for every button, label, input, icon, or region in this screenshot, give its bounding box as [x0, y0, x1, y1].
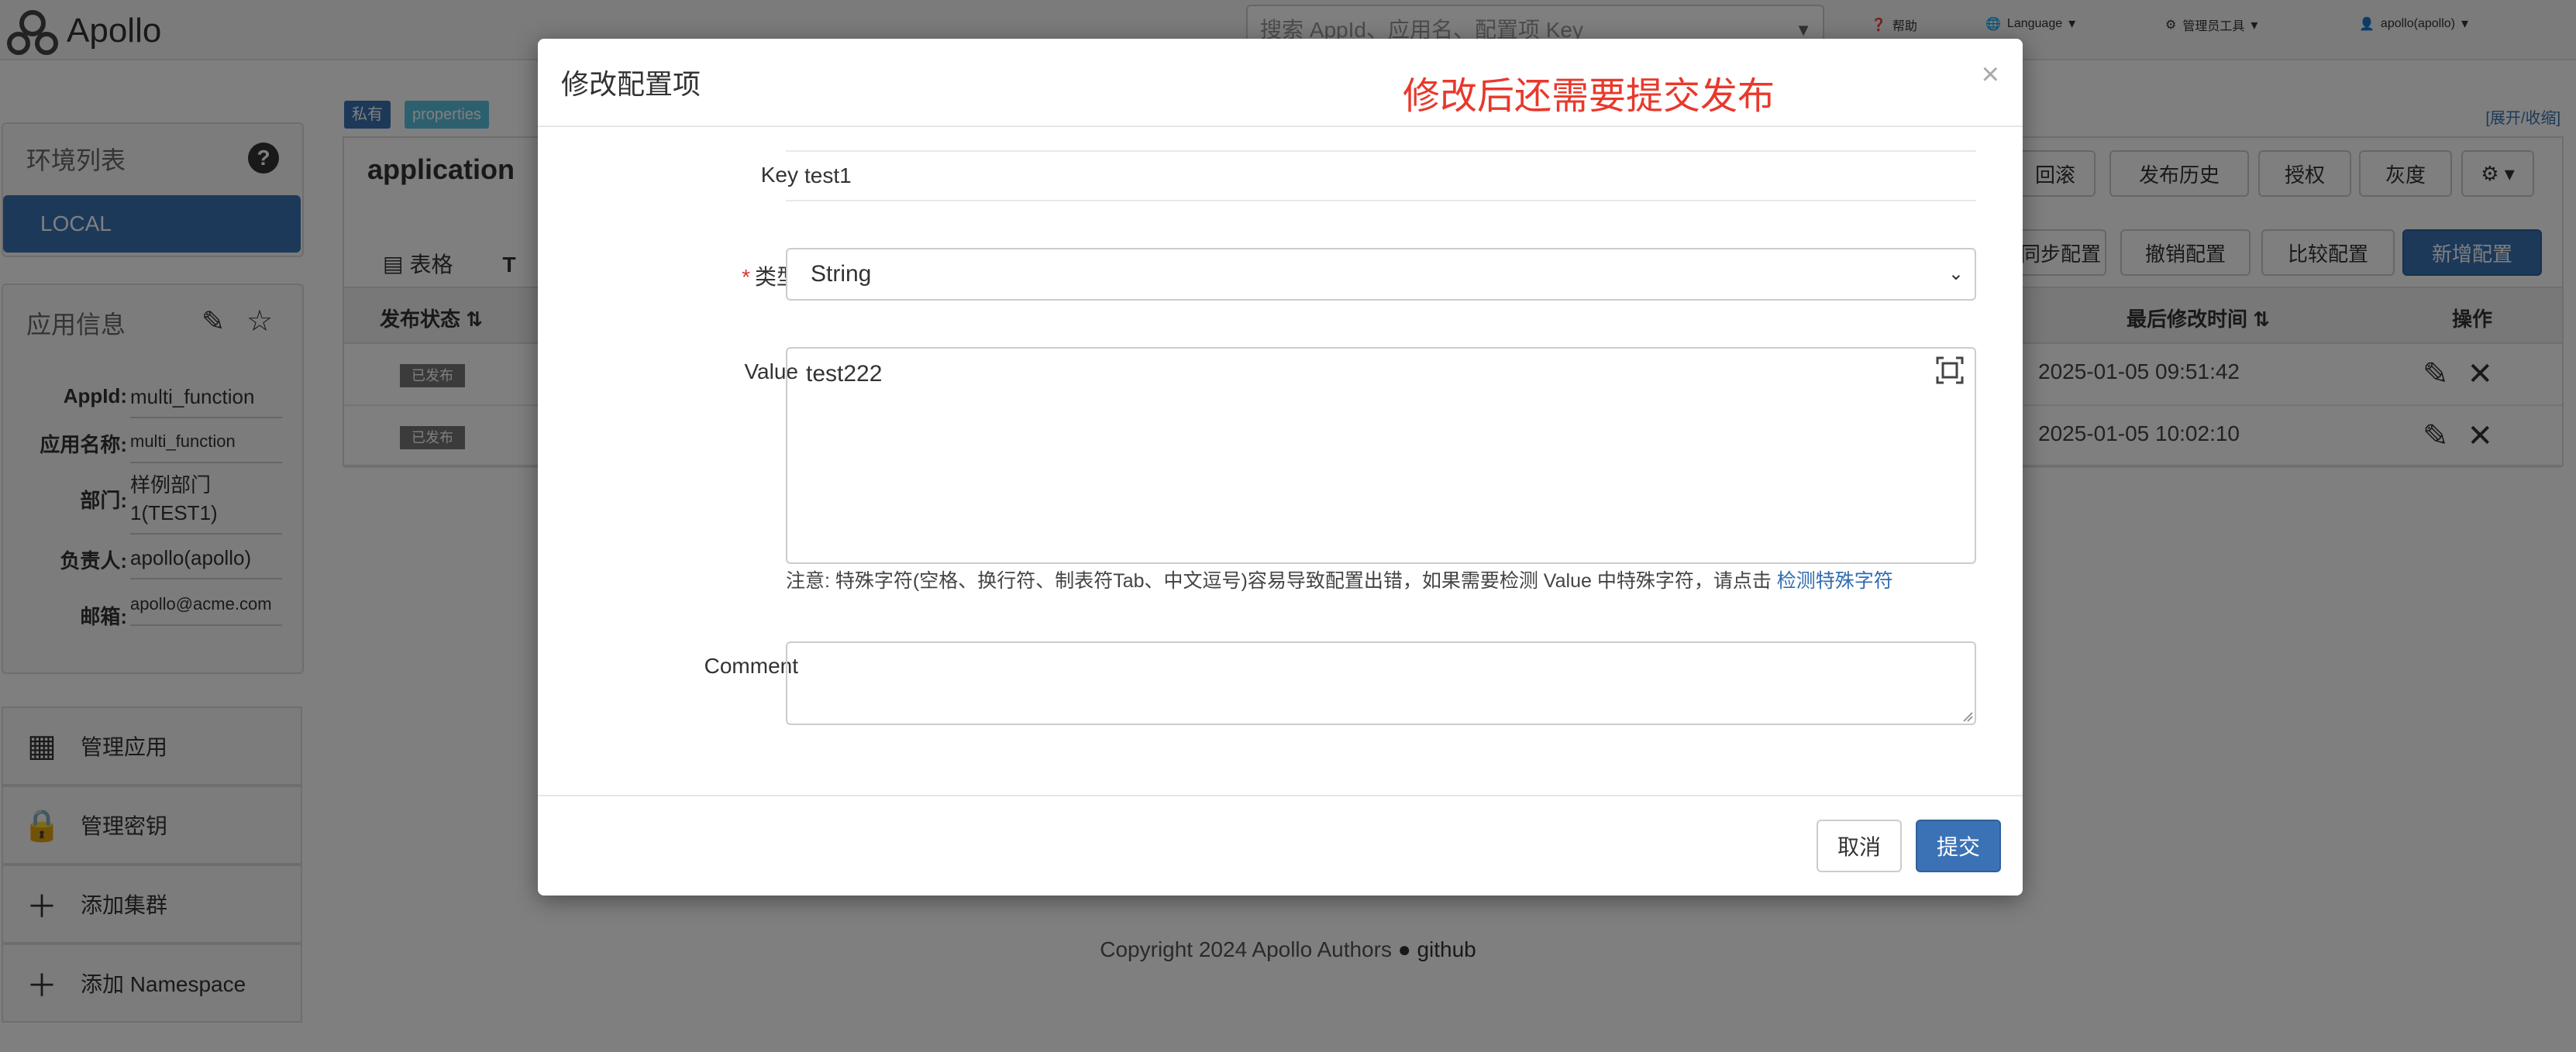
annotation-text: 修改后还需要提交发布: [1403, 76, 1775, 117]
detect-special-chars-link[interactable]: 检测特殊字符: [1777, 570, 1893, 592]
fullscreen-icon[interactable]: [1934, 355, 1965, 386]
key-field: test1: [786, 150, 1976, 201]
cancel-button[interactable]: 取消: [1817, 820, 1902, 872]
type-selected-value: String: [811, 261, 872, 287]
resize-grip-icon[interactable]: [1962, 711, 1973, 722]
value-text: test222: [806, 361, 883, 387]
modal-header: 修改配置项 修改后还需要提交发布 ×: [538, 39, 2023, 127]
edit-config-modal: 修改配置项 修改后还需要提交发布 × Key test1 * 类型 String …: [538, 39, 2023, 896]
modal-title: 修改配置项: [561, 68, 701, 100]
close-icon[interactable]: ×: [1982, 57, 1999, 92]
comment-label: Comment: [704, 654, 798, 678]
chevron-down-icon: ⌄: [1947, 263, 1964, 284]
modal-footer: 取消 提交: [538, 795, 2023, 896]
value-textarea[interactable]: test222: [786, 347, 1976, 564]
comment-textarea[interactable]: [786, 641, 1976, 725]
type-select[interactable]: String ⌄: [786, 248, 1976, 301]
submit-button[interactable]: 提交: [1916, 820, 2001, 872]
special-char-note: 注意: 特殊字符(空格、换行符、制表符Tab、中文逗号)容易导致配置出错，如果需…: [786, 570, 1893, 592]
